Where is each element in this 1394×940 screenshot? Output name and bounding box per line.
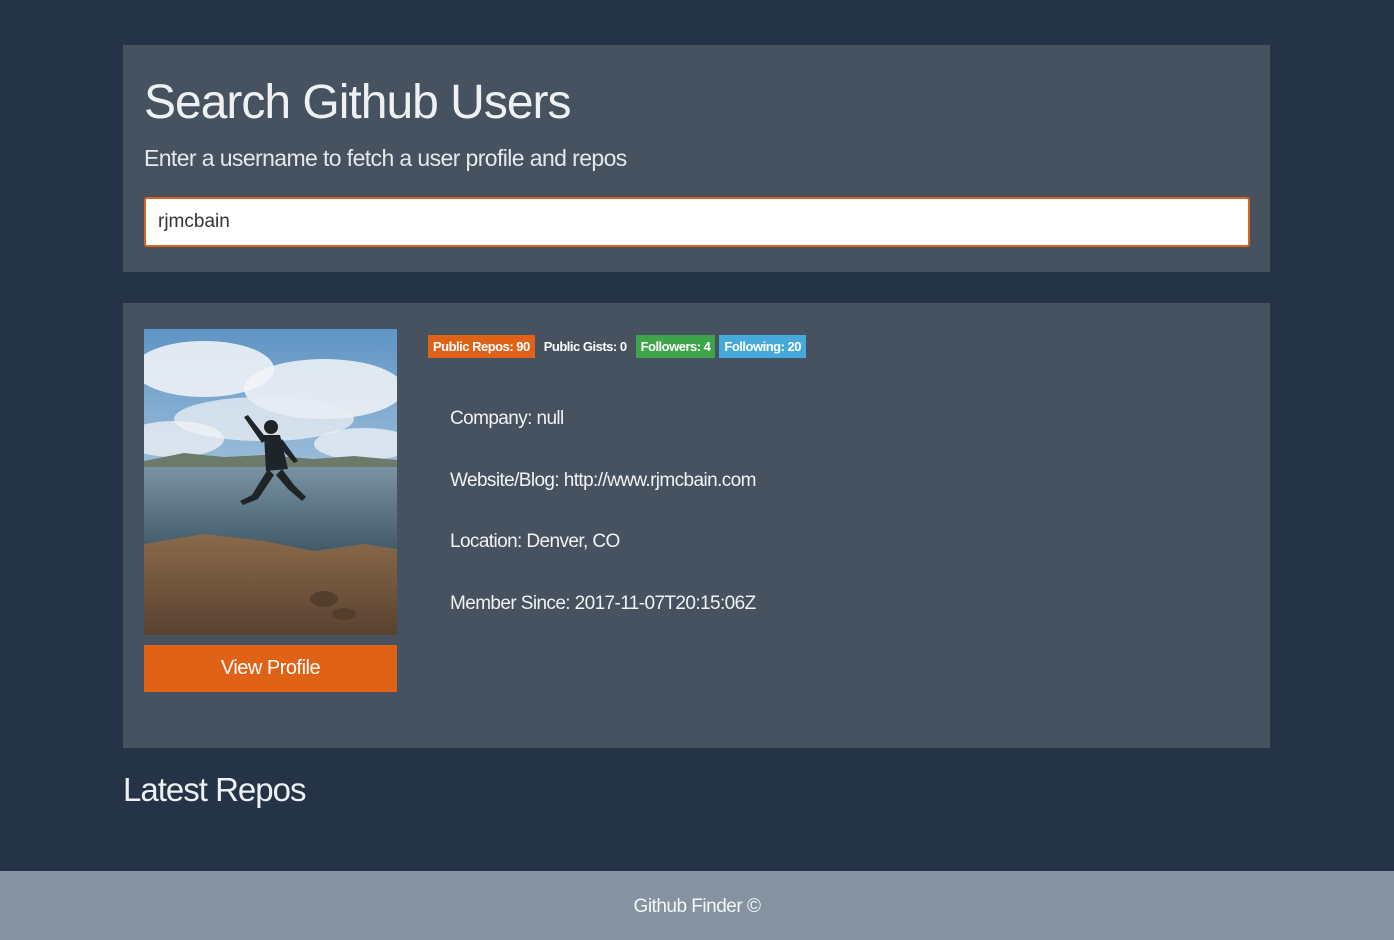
profile-info-list: Company: null Website/Blog: http://www.r… bbox=[450, 407, 756, 653]
search-subtitle: Enter a username to fetch a user profile… bbox=[144, 145, 627, 171]
search-input[interactable] bbox=[144, 197, 1250, 247]
footer: Github Finder © bbox=[0, 871, 1394, 940]
profile-panel: View Profile Public Repos: 90 Public Gis… bbox=[123, 303, 1270, 748]
location-item: Location: Denver, CO bbox=[450, 531, 620, 552]
company-item: Company: null bbox=[450, 408, 564, 429]
search-panel: Search Github Users Enter a username to … bbox=[123, 45, 1270, 272]
stats-badges: Public Repos: 90 Public Gists: 0 Followe… bbox=[428, 335, 806, 358]
view-profile-button[interactable]: View Profile bbox=[144, 645, 397, 692]
avatar bbox=[144, 329, 397, 635]
following-badge: Following: 20 bbox=[719, 335, 806, 358]
footer-text: Github Finder © bbox=[633, 896, 761, 917]
page: Search Github Users Enter a username to … bbox=[0, 0, 1394, 940]
website-item: Website/Blog: http://www.rjmcbain.com bbox=[450, 469, 756, 491]
public-gists-badge: Public Gists: 0 bbox=[543, 339, 627, 354]
followers-badge: Followers: 4 bbox=[635, 335, 716, 358]
public-repos-badge: Public Repos: 90 bbox=[428, 335, 535, 358]
page-title: Search Github Users bbox=[144, 76, 572, 129]
member-since-item: Member Since: 2017-11-07T20:15:06Z bbox=[450, 592, 756, 614]
latest-repos-title: Latest Repos bbox=[123, 771, 306, 808]
